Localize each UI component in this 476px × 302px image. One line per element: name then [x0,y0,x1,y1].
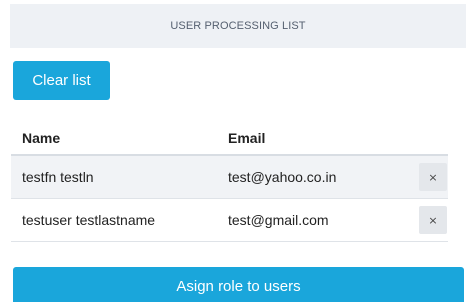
assign-role-button[interactable]: Asign role to users [13,267,464,302]
close-icon: × [428,213,438,227]
column-header-email: Email [228,129,266,146]
remove-user-button[interactable]: × [419,163,447,191]
column-header-name: Name [22,129,61,146]
user-table: Name Email testfn testln test@yahoo.co.i… [11,121,448,242]
panel-header: USER PROCESSING LIST [10,4,466,48]
table-header-row: Name Email [11,121,448,156]
row-name: testfn testln [22,169,94,185]
row-action-cell: × [418,206,448,234]
panel-title: USER PROCESSING LIST [170,20,306,32]
remove-user-button[interactable]: × [419,206,447,234]
row-name: testuser testlastname [22,212,156,228]
row-email: test@yahoo.co.in [228,169,337,185]
close-icon: × [428,170,438,184]
table-row: testuser testlastname test@gmail.com × [11,199,448,242]
table-row: testfn testln test@yahoo.co.in × [11,156,448,199]
row-email: test@gmail.com [228,212,329,228]
user-processing-panel: USER PROCESSING LIST Clear list Name Ema… [0,4,476,302]
row-action-cell: × [418,163,448,191]
clear-list-button[interactable]: Clear list [13,61,110,100]
